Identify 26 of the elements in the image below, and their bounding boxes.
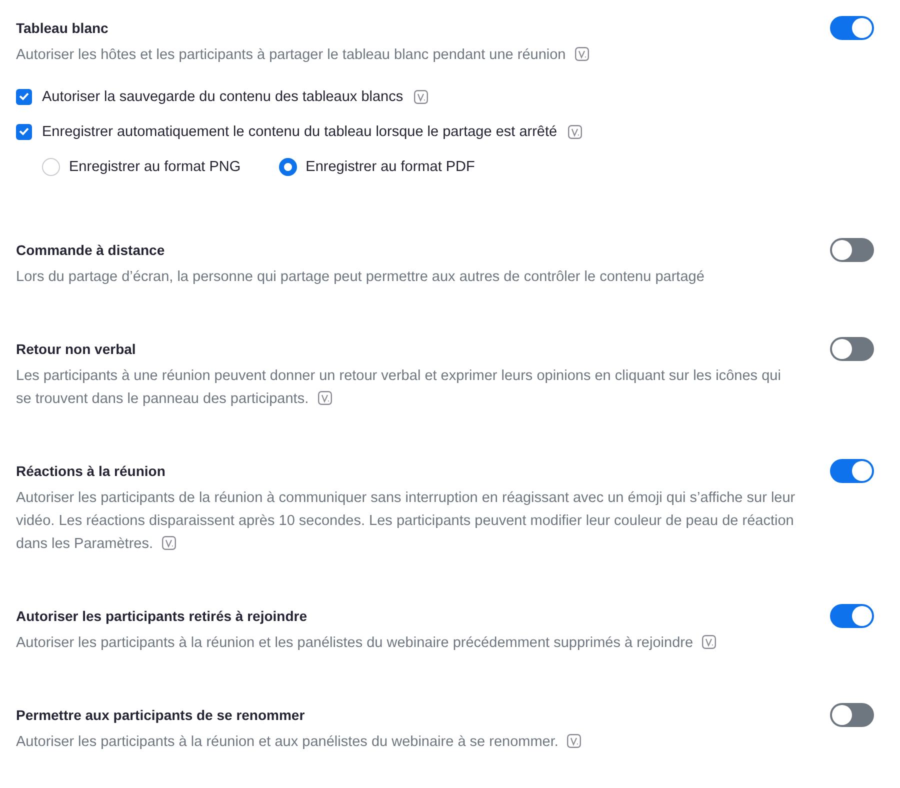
checkbox[interactable] xyxy=(16,88,32,104)
radio-button[interactable] xyxy=(42,158,60,176)
radio-label: Enregistrer au format PDF xyxy=(306,158,475,174)
toggle-switch[interactable] xyxy=(830,604,874,628)
toggle-switch[interactable] xyxy=(830,459,874,483)
checkbox[interactable] xyxy=(16,124,32,140)
setting-title: Permettre aux participants de se renommer xyxy=(16,706,306,725)
setting-description: Lors du partage d’écran, la personne qui partage peut permettre aux autres de contrôler le contenu partagé xyxy=(16,269,704,285)
toggle-switch[interactable] xyxy=(830,337,874,361)
toggle-switch[interactable] xyxy=(830,16,874,40)
radio-label: Enregistrer au format PNG xyxy=(69,158,241,174)
checkbox-label: Enregistrer automatiquement le contenu du tableau lorsque le partage est arrêté xyxy=(42,124,558,140)
toggle-switch[interactable] xyxy=(830,238,874,262)
setting-description: Autoriser les participants à la réunion et les panélistes du webinaire précédemment supprimés à rejoindre xyxy=(16,635,694,651)
setting-title: Retour non verbal xyxy=(16,340,137,359)
setting-title: Réactions à la réunion xyxy=(16,462,166,481)
setting-description: Les participants à une réunion peuvent donner un retour verbal et exprimer leurs opinions en cliquant sur les icônes qui se trouvent dans le panneau des participants. xyxy=(16,368,781,407)
toggle-switch[interactable] xyxy=(830,703,874,727)
setting-description: Autoriser les hôtes et les participants à partager le tableau blanc pendant une réunion xyxy=(16,47,566,63)
checkbox-label: Autoriser la sauvegarde du contenu des tableaux blancs xyxy=(42,88,404,104)
radio-button[interactable] xyxy=(278,158,297,176)
setting-title: Tableau blanc xyxy=(16,19,110,38)
setting-description: Autoriser les participants à la réunion et aux panélistes du webinaire à se renommer. xyxy=(16,734,558,750)
setting-description: Autoriser les participants de la réunion à communiquer sans interruption en réagissant avec un émoji qui s’affiche sur leur vidéo. Les réactions disparaissent après 10 secondes. Les participants peuvent modifier leur couleur de peau de réaction dans les Paramètres. xyxy=(16,490,796,552)
setting-title: Autoriser les participants retirés à rejoindre xyxy=(16,607,308,626)
setting-title: Commande à distance xyxy=(16,241,166,260)
